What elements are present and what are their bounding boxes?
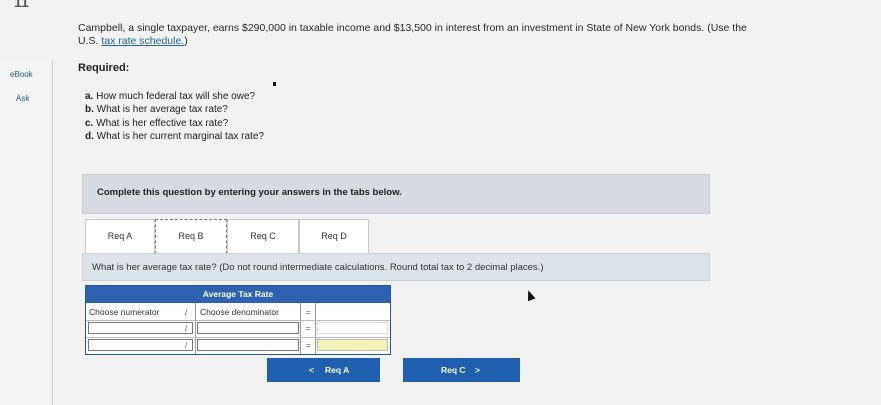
tab-req-c[interactable]: Req C <box>227 219 299 254</box>
average-tax-rate-table: Average Tax Rate Choose numerator / Choo… <box>85 285 391 355</box>
prev-button-label: Req A <box>325 365 350 375</box>
tax-rate-schedule-link[interactable]: tax rate schedule. <box>101 35 184 47</box>
part-text: What is her current marginal tax rate? <box>96 130 264 142</box>
chevron-left-icon: < <box>309 365 314 375</box>
mouse-cursor-icon <box>524 288 536 302</box>
next-req-c-button[interactable]: Req C > <box>403 358 520 382</box>
average-tax-rate-result <box>317 339 388 351</box>
tab-prompt: What is her average tax rate? (Do not ro… <box>92 262 544 273</box>
equals-symbol: = <box>306 324 311 333</box>
part-letter: b. <box>85 104 94 116</box>
part-b: b. What is her average tax rate? <box>85 103 264 116</box>
part-text: How much federal tax will she owe? <box>96 91 256 102</box>
required-label: Required: <box>78 62 130 74</box>
table-title: Average Tax Rate <box>86 286 390 303</box>
part-letter: a. <box>85 91 94 102</box>
page-number: 11 <box>14 0 29 10</box>
instructions-banner: Complete this question by entering your … <box>82 174 710 214</box>
tab-prompt-bar: What is her average tax rate? (Do not ro… <box>82 253 710 281</box>
numerator-input[interactable] <box>88 339 193 351</box>
instructions-text: Complete this question by entering your … <box>97 187 402 198</box>
question-outro: ) <box>184 35 188 47</box>
tab-req-d[interactable]: Req D <box>299 219 369 254</box>
row-divider <box>86 337 390 338</box>
part-d: d. What is her current marginal tax rate… <box>85 130 264 143</box>
chevron-right-icon: > <box>475 365 480 375</box>
denominator-input[interactable] <box>197 339 299 351</box>
part-text: What is her average tax rate? <box>96 104 228 116</box>
equals-symbol: = <box>306 341 311 350</box>
numerator-dropdown[interactable]: Choose numerator <box>89 307 159 317</box>
stray-mark <box>273 82 276 86</box>
result-cell <box>317 322 388 334</box>
prev-req-a-button[interactable]: < Req A <box>267 358 380 382</box>
part-text: What is her effective tax rate? <box>96 117 229 129</box>
equals-symbol: = <box>306 308 311 317</box>
divide-symbol: / <box>185 341 188 350</box>
part-letter: d. <box>85 130 94 142</box>
row-divider <box>86 320 390 321</box>
column-divider <box>300 303 301 354</box>
tab-req-a[interactable]: Req A <box>85 219 155 254</box>
part-letter: c. <box>85 117 94 129</box>
parts-list: a. How much federal tax will she owe? b.… <box>85 90 264 143</box>
denominator-dropdown[interactable]: Choose denominator <box>200 307 279 317</box>
side-nav: eBook Ask <box>0 60 53 405</box>
ebook-link[interactable]: eBook <box>10 70 33 79</box>
tab-req-b[interactable]: Req B <box>155 219 227 254</box>
numerator-input[interactable] <box>88 322 193 334</box>
part-a: a. How much federal tax will she owe? <box>85 90 264 103</box>
question-text: Campbell, a single taxpayer, earns $290,… <box>78 22 768 48</box>
next-button-label: Req C <box>441 365 466 375</box>
part-c: c. What is her effective tax rate? <box>85 117 264 130</box>
divide-symbol: / <box>185 308 188 317</box>
column-divider <box>315 303 316 354</box>
column-divider <box>195 303 196 354</box>
denominator-input[interactable] <box>197 322 299 334</box>
ask-link[interactable]: Ask <box>16 94 29 103</box>
divide-symbol: / <box>185 324 188 333</box>
